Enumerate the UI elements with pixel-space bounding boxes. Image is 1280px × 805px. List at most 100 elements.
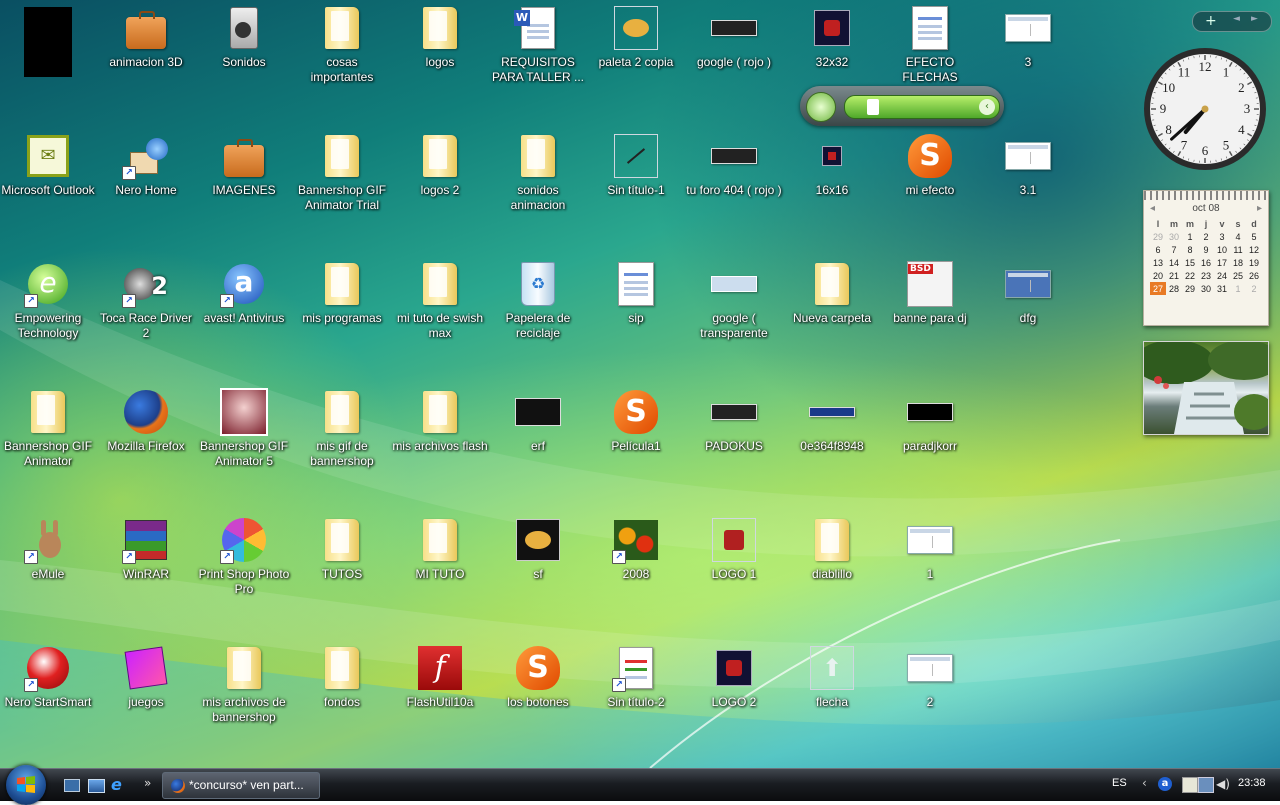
- calendar-day[interactable]: 7: [1166, 243, 1182, 256]
- calendar-day[interactable]: 16: [1198, 256, 1214, 269]
- desktop-icon-print-shop-photo-pro[interactable]: ↗Print Shop Photo Pro: [196, 516, 292, 597]
- desktop-icon-mi-efecto[interactable]: Smi efecto: [882, 132, 978, 198]
- desktop-icon-mozilla-firefox[interactable]: Mozilla Firefox: [98, 388, 194, 454]
- desktop-icon-winrar[interactable]: ↗WinRAR: [98, 516, 194, 582]
- calendar-day[interactable]: 10: [1214, 243, 1230, 256]
- desktop-icon-sin-t-tulo-1[interactable]: Sin título-1: [588, 132, 684, 198]
- desktop-icon-bannershop-gif-animator[interactable]: Bannershop GIF Animator: [0, 388, 96, 469]
- desktop-icon-paleta-2-copia[interactable]: paleta 2 copia: [588, 4, 684, 70]
- desktop-icon-logos[interactable]: logos: [392, 4, 488, 70]
- calendar-day[interactable]: 4: [1230, 230, 1246, 243]
- gadget-power-icon[interactable]: [806, 92, 836, 122]
- sidebar-add-button[interactable]: +: [1205, 12, 1217, 30]
- desktop-icon-erf[interactable]: erf: [490, 388, 586, 454]
- desktop-icon-tutos[interactable]: TUTOS: [294, 516, 390, 582]
- desktop-icon-microsoft-outlook[interactable]: ✉Microsoft Outlook: [0, 132, 96, 198]
- desktop-icon-animacion-3d[interactable]: animacion 3D: [98, 4, 194, 70]
- calendar-day[interactable]: 14: [1166, 256, 1182, 269]
- language-indicator[interactable]: ES: [1112, 777, 1127, 789]
- calendar-day[interactable]: 5: [1246, 230, 1262, 243]
- sidebar-next-button[interactable]: ►: [1251, 14, 1258, 24]
- desktop-icon-bannershop-gif-animator-trial[interactable]: Bannershop GIF Animator Trial: [294, 132, 390, 213]
- calendar-day[interactable]: 19: [1246, 256, 1262, 269]
- calendar-day[interactable]: 25: [1230, 269, 1246, 282]
- calendar-day[interactable]: 22: [1182, 269, 1198, 282]
- calendar-day[interactable]: 11: [1230, 243, 1246, 256]
- calendar-day[interactable]: 1: [1230, 282, 1246, 295]
- desktop-icon-2008[interactable]: ↗2008: [588, 516, 684, 582]
- volume-tray-icon[interactable]: ◀): [1216, 777, 1230, 791]
- calendar-day[interactable]: 21: [1166, 269, 1182, 282]
- calendar-day[interactable]: 17: [1214, 256, 1230, 269]
- desktop-icon-mi-tuto[interactable]: MI TUTO: [392, 516, 488, 582]
- gadget-arrow-icon[interactable]: ‹: [979, 99, 995, 115]
- clipboard-tray-icon[interactable]: [1182, 777, 1198, 793]
- search-toolbar-gadget[interactable]: ‹: [800, 86, 1004, 126]
- desktop-icon-bannershop-gif-animator-5[interactable]: Bannershop GIF Animator 5: [196, 388, 292, 469]
- calendar-day[interactable]: 18: [1230, 256, 1246, 269]
- desktop-icon-avast-antivirus[interactable]: a↗avast! Antivirus: [196, 260, 292, 326]
- desktop-icon-requisitos-para-taller[interactable]: WREQUISITOS PARA TALLER ...: [490, 4, 586, 85]
- desktop-icon-sf[interactable]: sf: [490, 516, 586, 582]
- calendar-day[interactable]: 13: [1150, 256, 1166, 269]
- calendar-day[interactable]: 15: [1182, 256, 1198, 269]
- calendar-day[interactable]: 30: [1166, 230, 1182, 243]
- calendar-day[interactable]: 29: [1150, 230, 1166, 243]
- desktop-icon-flashutil10a[interactable]: fFlashUtil10a: [392, 644, 488, 710]
- desktop-icon-imagenes[interactable]: IMAGENES: [196, 132, 292, 198]
- avast-tray-icon[interactable]: a: [1158, 777, 1172, 791]
- desktop-icon-mi-tuto-de-swish-max[interactable]: mi tuto de swish max: [392, 260, 488, 341]
- calendar-day[interactable]: 29: [1182, 282, 1198, 295]
- desktop-icon-padokus[interactable]: PADOKUS: [686, 388, 782, 454]
- slideshow-gadget[interactable]: [1143, 341, 1269, 435]
- calendar-day[interactable]: 9: [1198, 243, 1214, 256]
- desktop-icon-pel-cula1[interactable]: SPelícula1: [588, 388, 684, 454]
- calendar-day[interactable]: 8: [1182, 243, 1198, 256]
- desktop-icon-papelera-de-reciclaje[interactable]: ♻Papelera de reciclaje: [490, 260, 586, 341]
- quicklaunch-switch-windows-icon[interactable]: [64, 777, 80, 793]
- desktop-icon-3-1[interactable]: 3.1: [980, 132, 1076, 198]
- quicklaunch-show-desktop-icon[interactable]: [88, 777, 104, 793]
- desktop-icon-toca-race-driver-2[interactable]: 2↗Toca Race Driver 2: [98, 260, 194, 341]
- desktop-icon-cosas-importantes[interactable]: cosas importantes: [294, 4, 390, 85]
- desktop-icon-0e364f8948[interactable]: 0e364f8948: [784, 388, 880, 454]
- desktop-icon-empowering-technology[interactable]: e↗Empowering Technology: [0, 260, 96, 341]
- calendar-day[interactable]: 12: [1246, 243, 1262, 256]
- calendar-day[interactable]: 30: [1198, 282, 1214, 295]
- desktop-icon-fondos[interactable]: fondos: [294, 644, 390, 710]
- desktop-icon-google-rojo[interactable]: google ( rojo ): [686, 4, 782, 70]
- calendar-day[interactable]: 6: [1150, 243, 1166, 256]
- desktop-icon-nero-home[interactable]: ↗Nero Home: [98, 132, 194, 198]
- desktop-icon-mis-archivos-flash[interactable]: mis archivos flash: [392, 388, 488, 454]
- desktop-icon-los-botones[interactable]: Slos botones: [490, 644, 586, 710]
- calendar-day[interactable]: 2: [1198, 230, 1214, 243]
- gadget-bar[interactable]: ‹: [844, 95, 1000, 119]
- start-button[interactable]: [6, 765, 46, 805]
- desktop-icon-3[interactable]: 3: [980, 4, 1076, 70]
- desktop-icon-32x32[interactable]: 32x32: [784, 4, 880, 70]
- desktop-icon-diablillo[interactable]: diablillo: [784, 516, 880, 582]
- desktop-icon-mis-archivos-de-bannershop[interactable]: mis archivos de bannershop: [196, 644, 292, 725]
- calendar-day[interactable]: 20: [1150, 269, 1166, 282]
- sidebar-prev-button[interactable]: ◄: [1233, 14, 1240, 24]
- desktop-icon-logos-2[interactable]: logos 2: [392, 132, 488, 198]
- desktop-icon-dfg[interactable]: dfg: [980, 260, 1076, 326]
- desktop-icon-google-transparente[interactable]: google ( transparente: [686, 260, 782, 341]
- calendar-day[interactable]: 31: [1214, 282, 1230, 295]
- desktop-icon-2[interactable]: 2: [882, 644, 978, 710]
- calendar-day[interactable]: 3: [1214, 230, 1230, 243]
- calendar-day[interactable]: 24: [1214, 269, 1230, 282]
- desktop-icon-paradjkorr[interactable]: paradjkorr: [882, 388, 978, 454]
- desktop-icon-sonidos-animacion[interactable]: sonidos animacion: [490, 132, 586, 213]
- desktop-icon-logo-1[interactable]: LOGO 1: [686, 516, 782, 582]
- desktop-icon-blank[interactable]: [0, 4, 96, 78]
- calendar-day[interactable]: 2: [1246, 282, 1262, 295]
- desktop-icon-efecto-flechas[interactable]: EFECTO FLECHAS: [882, 4, 978, 85]
- calendar-gadget[interactable]: ◂ oct 08 ▸ lmmjvsd 293012345678910111213…: [1143, 190, 1269, 326]
- calendar-day[interactable]: 1: [1182, 230, 1198, 243]
- quicklaunch-expand-button[interactable]: »: [144, 777, 160, 793]
- calendar-day[interactable]: 28: [1166, 282, 1182, 295]
- desktop-icon-mis-gif-de-bannershop[interactable]: mis gif de bannershop: [294, 388, 390, 469]
- desktop-icon-logo-2[interactable]: LOGO 2: [686, 644, 782, 710]
- quicklaunch-internet-explorer-icon[interactable]: e: [111, 777, 127, 793]
